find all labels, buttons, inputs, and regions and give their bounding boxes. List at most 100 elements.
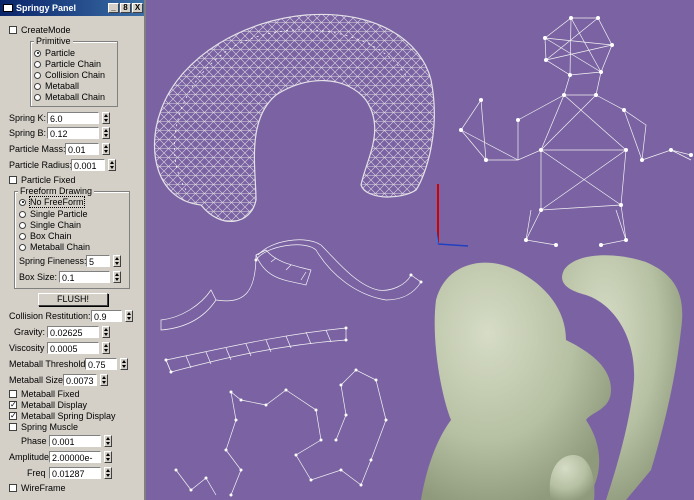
radio-dot[interactable] bbox=[19, 221, 26, 229]
metaball-fixed-label: Metaball Fixed bbox=[21, 389, 80, 399]
phase-spinner[interactable] bbox=[104, 435, 112, 447]
spring-k-spinner[interactable] bbox=[102, 112, 110, 124]
metaball-fixed-box[interactable] bbox=[9, 390, 17, 398]
window-icon bbox=[3, 4, 13, 12]
metaball-spring-display-box[interactable]: ✓ bbox=[9, 412, 17, 420]
metaball-display-box[interactable]: ✓ bbox=[9, 401, 17, 409]
spring-b-input[interactable]: 0.12 bbox=[47, 127, 99, 139]
spring-fineness-spinner[interactable] bbox=[113, 255, 121, 267]
metaball-threshold-spinner[interactable] bbox=[120, 358, 128, 370]
spring-fineness-label: Spring Fineness: bbox=[19, 256, 87, 266]
metaball-display-label: Metaball Display bbox=[21, 400, 88, 410]
freq-input[interactable]: 0.01287 bbox=[49, 467, 101, 479]
freeform-none-radio[interactable]: No FreeForm bbox=[19, 196, 85, 208]
box-size-input[interactable]: 0.1 bbox=[59, 271, 110, 283]
freeform-metaball-chain-radio[interactable]: Metaball Chain bbox=[19, 242, 90, 252]
primitive-collision-chain-radio[interactable]: Collision Chain bbox=[34, 70, 105, 80]
metaballs bbox=[421, 255, 683, 500]
metaball-threshold-input[interactable]: 0.75 bbox=[85, 358, 117, 370]
viscosity-spinner[interactable] bbox=[102, 342, 110, 354]
amplitude-row: Amplitude 2.00000e- bbox=[9, 451, 112, 463]
metaball-fixed-checkbox[interactable]: Metaball Fixed bbox=[9, 389, 80, 399]
primitive-metaball-chain-radio[interactable]: Metaball Chain bbox=[34, 92, 105, 102]
amplitude-input[interactable]: 2.00000e- bbox=[49, 451, 101, 463]
metaball-size-input[interactable]: 0.0073 bbox=[63, 374, 97, 386]
metaball-size-spinner[interactable] bbox=[100, 374, 108, 386]
freeform-label: Freeform Drawing bbox=[18, 186, 95, 196]
radio-label: Particle Chain bbox=[45, 59, 102, 69]
primitive-particle-radio[interactable]: Particle bbox=[34, 48, 75, 58]
spring-muscle-label: Spring Muscle bbox=[21, 422, 79, 432]
viscosity-row: Viscosity 0.0005 bbox=[9, 342, 110, 354]
amplitude-spinner[interactable] bbox=[104, 451, 112, 463]
primitive-particle-chain-radio[interactable]: Particle Chain bbox=[34, 59, 101, 69]
flush-button[interactable]: FLUSH! bbox=[38, 293, 108, 306]
primitive-metaball-radio[interactable]: Metaball bbox=[34, 81, 79, 91]
box-size-row: Box Size: 0.1 bbox=[19, 271, 121, 283]
radio-dot[interactable] bbox=[19, 232, 26, 240]
create-mode-box[interactable] bbox=[9, 26, 17, 34]
particle-fixed-checkbox[interactable]: Particle Fixed bbox=[9, 175, 76, 185]
spring-b-label: Spring B: bbox=[9, 128, 47, 138]
close-button[interactable]: X bbox=[132, 3, 143, 13]
freeform-single-chain-radio[interactable]: Single Chain bbox=[19, 220, 81, 230]
simulation-viewport[interactable] bbox=[146, 0, 694, 500]
metaball-display-checkbox[interactable]: ✓ Metaball Display bbox=[9, 400, 87, 410]
primitive-label: Primitive bbox=[34, 36, 73, 46]
gravity-spinner[interactable] bbox=[102, 326, 110, 338]
particle-fixed-box[interactable] bbox=[9, 176, 17, 184]
axis-gizmo bbox=[435, 184, 469, 247]
viscosity-label: Viscosity bbox=[9, 343, 45, 353]
wireframe-box[interactable] bbox=[9, 484, 17, 492]
freeform-single-particle-radio[interactable]: Single Particle bbox=[19, 209, 88, 219]
create-mode-label: CreateMode bbox=[21, 25, 71, 35]
radio-dot[interactable] bbox=[34, 93, 41, 101]
create-mode-checkbox[interactable]: CreateMode bbox=[9, 25, 71, 35]
spring-k-input[interactable]: 6.0 bbox=[47, 112, 99, 124]
radio-label: No FreeForm bbox=[29, 196, 85, 208]
radio-dot[interactable] bbox=[19, 198, 26, 206]
particle-radius-input[interactable]: 0.001 bbox=[71, 159, 105, 171]
restore-button[interactable]: 8 bbox=[120, 3, 131, 13]
freq-spinner[interactable] bbox=[104, 467, 112, 479]
phase-input[interactable]: 0.001 bbox=[49, 435, 101, 447]
collision-restitution-spinner[interactable] bbox=[125, 310, 133, 322]
collision-restitution-label: Collision Restitution: bbox=[9, 311, 91, 321]
radio-label: Single Chain bbox=[30, 220, 82, 230]
spring-b-spinner[interactable] bbox=[102, 127, 110, 139]
collision-restitution-input[interactable]: 0.9 bbox=[91, 310, 122, 322]
particle-radius-spinner[interactable] bbox=[108, 159, 116, 171]
radio-label: Box Chain bbox=[30, 231, 72, 241]
stick-figure-mesh bbox=[460, 17, 692, 246]
spring-fineness-input[interactable]: 5 bbox=[86, 255, 110, 267]
metaball-spring-display-label: Metaball Spring Display bbox=[21, 411, 116, 421]
spring-fineness-row: Spring Fineness: 5 bbox=[19, 255, 121, 267]
viscosity-input[interactable]: 0.0005 bbox=[47, 342, 99, 354]
gravity-input[interactable]: 0.02625 bbox=[47, 326, 99, 338]
radio-dot[interactable] bbox=[34, 82, 41, 90]
collision-restitution-row: Collision Restitution: 0.9 bbox=[9, 310, 133, 322]
radio-dot[interactable] bbox=[34, 49, 41, 57]
radio-dot[interactable] bbox=[34, 60, 41, 68]
particle-fixed-label: Particle Fixed bbox=[21, 175, 76, 185]
box-size-spinner[interactable] bbox=[113, 271, 121, 283]
box-size-label: Box Size: bbox=[19, 272, 58, 282]
spring-muscle-checkbox[interactable]: Spring Muscle bbox=[9, 422, 78, 432]
metaball-threshold-label: Metaball Threshold bbox=[9, 359, 86, 369]
particle-mass-input[interactable]: 0.01 bbox=[65, 143, 99, 155]
spring-muscle-box[interactable] bbox=[9, 423, 17, 431]
wireframe-checkbox[interactable]: WireFrame bbox=[9, 483, 66, 493]
radio-dot[interactable] bbox=[34, 71, 41, 79]
spring-k-row: Spring K: 6.0 bbox=[9, 112, 110, 124]
radio-label: Metaball Chain bbox=[30, 242, 91, 252]
minimize-button[interactable]: _ bbox=[108, 3, 119, 13]
particle-mass-spinner[interactable] bbox=[102, 143, 110, 155]
metaball-size-label: Metaball Size bbox=[9, 375, 64, 385]
phase-row: Phase 0.001 bbox=[21, 435, 112, 447]
radio-dot[interactable] bbox=[19, 243, 26, 251]
metaball-spring-display-checkbox[interactable]: ✓ Metaball Spring Display bbox=[9, 411, 116, 421]
particle-chains bbox=[160, 239, 422, 496]
particle-radius-row: Particle Radius: 0.001 bbox=[9, 159, 116, 171]
freeform-box-chain-radio[interactable]: Box Chain bbox=[19, 231, 72, 241]
radio-dot[interactable] bbox=[19, 210, 26, 218]
